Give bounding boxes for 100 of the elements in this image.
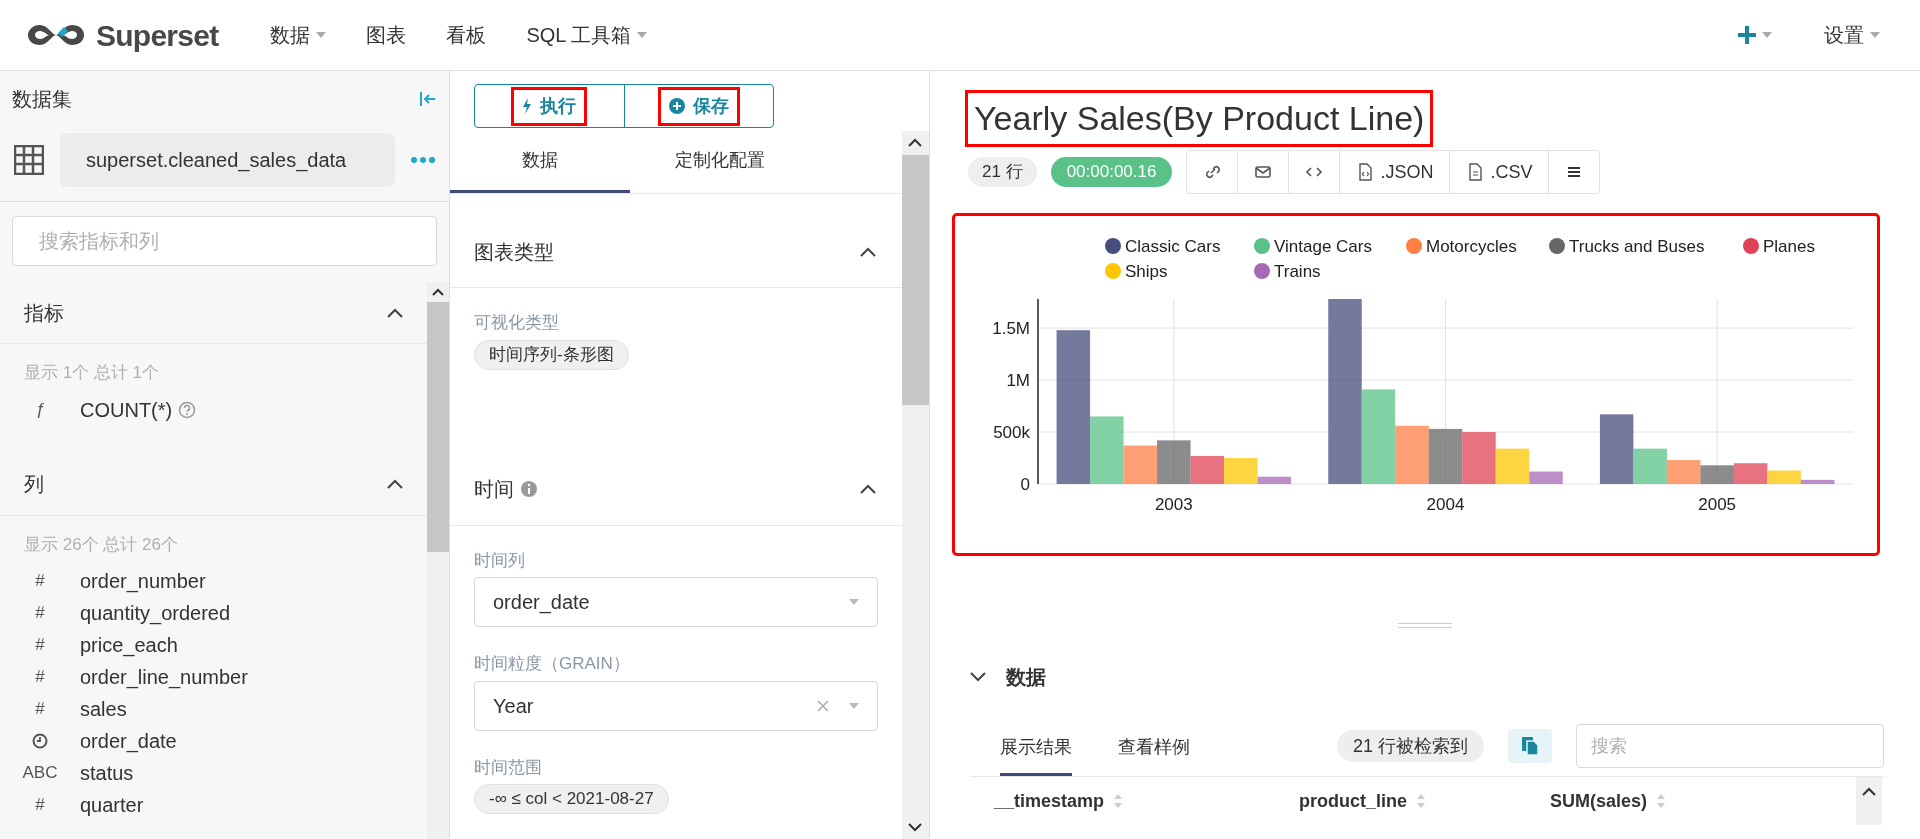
collapse-icon[interactable] [419,90,437,108]
legend-label: Motorcycles [1426,237,1517,256]
file-icon [1466,163,1485,181]
chevron-up-icon[interactable] [387,307,403,318]
save-button[interactable]: 保存 [623,85,773,127]
tab[interactable]: 定制化配置 [630,131,810,193]
clock-icon [32,733,48,749]
copy-button[interactable] [1508,729,1552,763]
column-name[interactable]: order_number [80,566,206,596]
column-name[interactable]: order_date [80,726,177,756]
column-header[interactable]: SUM(sales) [1550,787,1648,815]
axis-label: 1.5M [992,319,1030,339]
search-field[interactable]: 搜索指标和列 [12,216,437,266]
axis-label: 500k [993,423,1030,443]
axis-label: 1M [1006,371,1030,391]
legend-item[interactable]: Ships [1105,262,1168,281]
axis-label: 2005 [1698,495,1737,514]
legend-item[interactable]: Vintage Cars [1254,237,1372,256]
value-tag[interactable]: 时间序列-条形图 [474,339,629,370]
type-label: ƒ [35,398,45,421]
type-label: # [35,602,45,625]
column-name[interactable]: status [80,758,134,788]
tab[interactable]: 展示结果 [1000,734,1072,776]
nav-menu[interactable]: 看板 [430,20,503,50]
run-button[interactable]: 执行 [475,85,624,127]
section-title: 图表类型 [474,239,554,265]
field-label: 时间范围 [474,756,543,779]
column-name[interactable]: order_line_number [80,662,248,692]
chevron-up-icon[interactable] [860,246,876,257]
bar [1700,465,1734,484]
field-label: 可视化类型 [474,312,560,334]
legend-label: Classic Cars [1125,237,1221,256]
legend-item[interactable]: Planes [1743,237,1815,256]
select-field[interactable]: order_date [474,577,878,627]
tab[interactable]: 查看样例 [1118,734,1190,776]
legend-label: Trains [1274,262,1321,281]
axis-label: 0 [1020,475,1030,494]
plus-icon [1738,26,1756,44]
count-text: 显示 1个 总计 1个 [23,362,161,384]
chevron-down-icon[interactable] [970,672,986,682]
table-icon [14,145,44,175]
resize-handle[interactable] [1398,623,1452,628]
more-icon[interactable] [411,157,435,163]
caret-icon [849,702,859,709]
axis-label: 2004 [1426,495,1465,514]
link-icon [1203,163,1222,181]
chevron-up-icon[interactable] [387,479,403,489]
row-count-badge: 21 行 [968,157,1037,187]
count-text: 显示 26个 总计 26个 [23,533,179,556]
column-name[interactable]: quantity_ordered [80,598,231,628]
type-label: # [35,698,45,721]
nav-menu[interactable]: 数据 [254,20,343,50]
type-label: # [35,634,45,657]
lightning-icon [522,98,533,114]
export-button[interactable]: .CSV [1449,151,1549,193]
type-label: ABC [22,762,58,785]
export-button[interactable]: .JSON [1339,151,1450,193]
tab[interactable]: 数据 [450,131,630,193]
bar [1428,428,1463,484]
plus-circle-icon [668,98,685,114]
query-time-badge: 00:00:00.16 [1050,157,1173,187]
section-title: 列 [24,472,44,497]
type-label: # [35,666,45,689]
axis-label: 2003 [1154,495,1193,514]
value-tag[interactable]: -∞ ≤ col < 2021-08-27 [474,784,669,814]
mail-icon [1254,163,1273,181]
column-name[interactable]: quarter [80,790,144,820]
legend-item[interactable]: Classic Cars [1105,237,1221,256]
scrollbar-thumb[interactable] [427,302,449,552]
chevron-up-icon[interactable] [860,484,876,494]
section-title: 时间 [474,477,514,502]
sort-icon [1417,794,1425,808]
legend-label: Vintage Cars [1274,237,1372,256]
legend-item[interactable]: Trains [1254,262,1321,281]
metric-name[interactable]: COUNT(*) [80,394,173,425]
logo-text: Superset [96,17,219,54]
field-label: 时间列 [474,549,526,572]
legend-item[interactable]: Trucks and Buses [1549,237,1705,256]
legend-label: Ships [1125,262,1168,281]
nav-menu[interactable]: 设置 [1808,20,1896,50]
scroll-up-icon[interactable] [1856,777,1882,825]
section-title: 数据 [1006,665,1046,690]
sort-icon [1114,794,1123,808]
nav-menu[interactable]: SQL 工具箱 [510,20,664,50]
column-name[interactable]: sales [80,694,127,724]
dataset-name[interactable]: superset.cleaned_sales_data [60,133,395,187]
search-field[interactable]: 搜索 [1576,724,1884,768]
select-field[interactable]: Year [474,680,878,731]
caret-icon [849,599,859,605]
column-header[interactable]: __timestamp [994,787,1105,815]
field-label: 时间粒度（GRAIN） [474,653,631,675]
type-label: # [35,794,45,817]
legend-label: Planes [1763,237,1815,256]
column-name[interactable]: price_each [80,630,178,660]
legend-item[interactable]: Motorcycles [1406,237,1517,256]
column-header[interactable]: product_line [1299,787,1407,815]
copy-icon [1521,736,1539,756]
nav-menu[interactable]: 图表 [350,20,423,50]
chart-title: Yearly Sales(By Product Line) [968,93,1431,144]
scrollbar-thumb[interactable] [902,155,929,405]
